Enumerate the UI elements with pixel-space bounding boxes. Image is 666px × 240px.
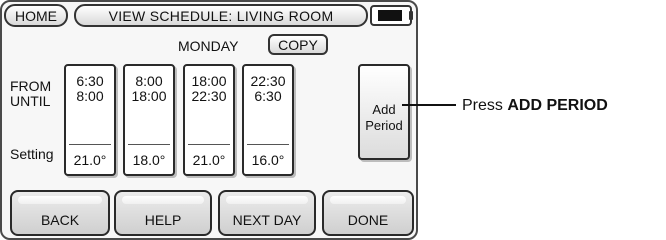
period-until: 8:00 [76, 88, 104, 104]
day-label: MONDAY [178, 38, 239, 54]
period-divider [188, 144, 230, 145]
period-from: 6:30 [76, 73, 104, 89]
period-until: 6:30 [254, 88, 282, 104]
period-times: 8:00 18:00 [125, 74, 173, 104]
period-setting: 18.0° [132, 152, 166, 168]
screen-title: VIEW SCHEDULE: LIVING ROOM [74, 4, 368, 27]
back-button[interactable]: BACK [10, 190, 110, 236]
period-card[interactable]: 18:00 22:30 21.0° [183, 64, 235, 176]
battery-level [378, 10, 402, 21]
period-until: 22:30 [191, 88, 227, 104]
next-day-button[interactable]: NEXT DAY [218, 190, 316, 236]
done-button[interactable]: DONE [322, 190, 414, 236]
help-button-label: HELP [144, 212, 182, 228]
done-button-label: DONE [347, 212, 389, 228]
period-from: 22:30 [250, 73, 286, 89]
battery-tip [409, 11, 413, 20]
period-setting: 16.0° [251, 152, 285, 168]
period-times: 18:00 22:30 [185, 74, 233, 104]
period-divider [128, 144, 170, 145]
home-button[interactable]: HOME [4, 4, 68, 27]
period-card[interactable]: 8:00 18:00 18.0° [123, 64, 175, 176]
period-card[interactable]: 22:30 6:30 16.0° [242, 64, 294, 176]
copy-button[interactable]: COPY [268, 34, 328, 55]
period-times: 6:30 8:00 [66, 74, 114, 104]
until-label: UNTIL [10, 93, 51, 109]
add-period-label-line1: Add [372, 102, 396, 117]
from-label: FROM [10, 78, 52, 94]
callout-prefix: Press [462, 97, 508, 114]
copy-button-label: COPY [278, 36, 318, 53]
period-setting: 21.0° [73, 152, 107, 168]
battery-icon [370, 5, 412, 26]
home-button-label: HOME [15, 7, 57, 24]
setting-label: Setting [10, 146, 54, 162]
period-times: 22:30 6:30 [244, 74, 292, 104]
period-divider [69, 144, 111, 145]
period-setting: 21.0° [192, 152, 226, 168]
screen-title-text: VIEW SCHEDULE: LIVING ROOM [108, 7, 334, 24]
period-divider [247, 144, 289, 145]
period-until: 18:00 [131, 88, 167, 104]
callout-leader-line [402, 104, 456, 106]
add-period-label-line2: Period [365, 118, 403, 133]
callout-bold: ADD PERIOD [507, 97, 608, 114]
add-period-label: Add Period [360, 102, 408, 134]
help-button[interactable]: HELP [114, 190, 212, 236]
period-card[interactable]: 6:30 8:00 21.0° [64, 64, 116, 176]
period-from: 18:00 [191, 73, 227, 89]
period-from: 8:00 [135, 73, 163, 89]
back-button-label: BACK [40, 212, 80, 228]
next-day-button-label: NEXT DAY [232, 212, 302, 228]
add-period-button[interactable]: Add Period [358, 64, 410, 160]
callout-text: Press ADD PERIOD [462, 97, 608, 115]
